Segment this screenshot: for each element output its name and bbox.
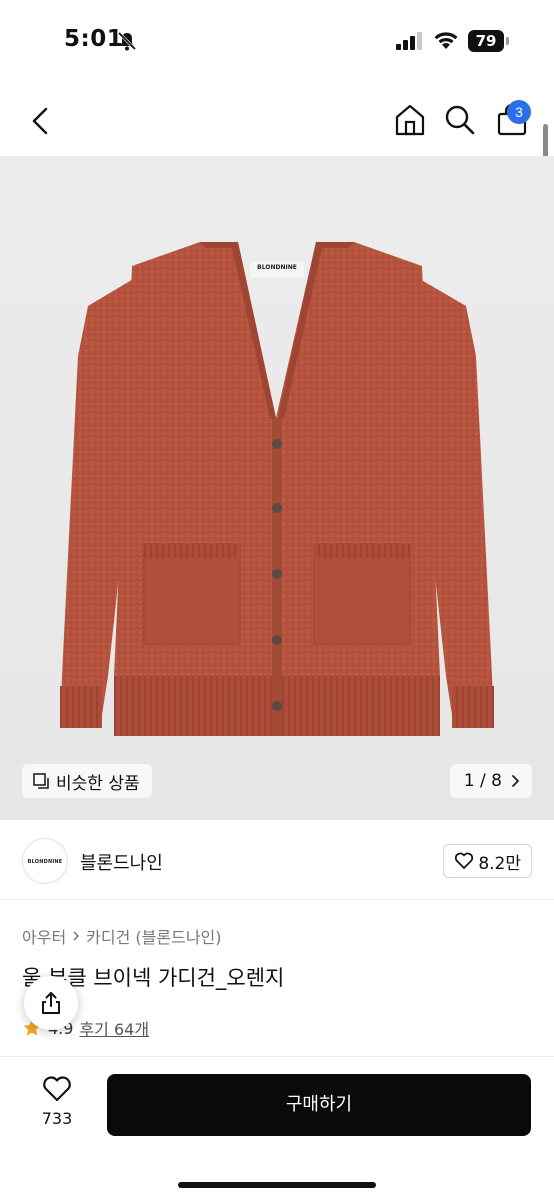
buy-button[interactable]: 구매하기 [107,1074,531,1136]
search-icon[interactable] [442,102,478,138]
share-button[interactable] [24,976,78,1030]
wishlist-button[interactable]: 733 [30,1075,84,1135]
battery-indicator: 79 [468,30,510,52]
page-counter-text: 1 / 8 [463,771,502,791]
heart-outline-icon [43,1076,71,1102]
breadcrumb: 아우터 카디건 (블론드나인) [22,924,222,948]
breadcrumb-cardigan[interactable]: 카디건 (블론드나인) [86,924,221,948]
cardigan-illustration [60,242,494,736]
status-time: 5:01 [64,26,124,52]
status-bar: 5:01 79 [0,0,554,80]
brand-like-button[interactable]: 8.2만 [443,844,532,878]
similar-products-button[interactable]: 비슷한 상품 [22,764,152,798]
cellular-signal-icon [396,32,422,50]
review-count-link[interactable]: 후기 64개 [79,1016,149,1040]
similar-products-label: 비슷한 상품 [56,773,140,794]
garment-label-text: BLONDNINE [257,264,297,271]
breadcrumb-outer[interactable]: 아우터 [22,924,66,948]
product-image-carousel[interactable]: BLONDNINE 비슷한 상품 1 / 8 [0,156,554,820]
image-page-counter[interactable]: 1 / 8 [449,764,532,798]
share-icon [42,992,60,1014]
battery-tip [506,37,509,45]
battery-level: 79 [468,30,504,52]
home-icon[interactable] [392,102,428,138]
heart-outline-icon [455,852,474,869]
brand-like-count: 8.2만 [478,853,521,874]
top-nav [0,90,554,152]
cart-count-badge: 3 [507,100,531,124]
home-indicator [178,1182,376,1188]
brand-logo[interactable]: BLONDNINE [22,838,68,884]
wishlist-count: 733 [41,1109,73,1128]
chevron-right-icon [512,775,519,787]
bell-muted-icon [117,31,137,51]
brand-name-link[interactable]: 블론드나인 [80,849,163,875]
similar-products-icon [33,773,49,789]
brand-row: BLONDNINE 블론드나인 8.2만 [0,822,554,900]
bottom-action-bar: 733 구매하기 [0,1056,554,1200]
wifi-icon [434,32,458,49]
back-arrow-icon[interactable] [26,104,56,138]
chevron-right-icon [73,931,80,941]
